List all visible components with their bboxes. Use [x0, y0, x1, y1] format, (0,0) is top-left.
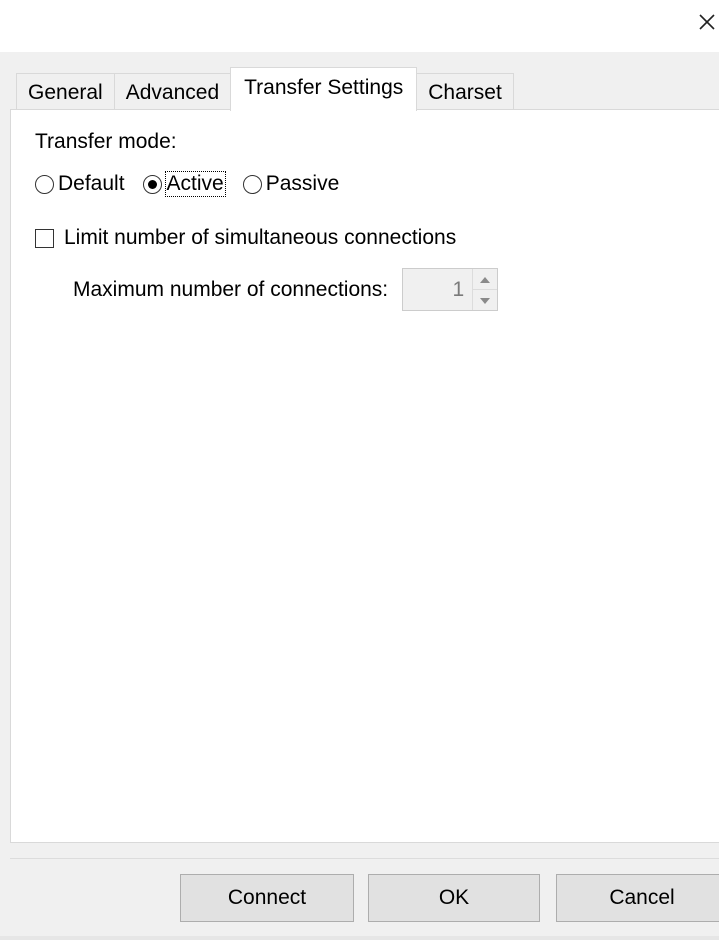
close-button[interactable] [693, 6, 719, 42]
chevron-down-icon [480, 291, 491, 309]
transfer-mode-radio-group: Default Active Passive [35, 171, 357, 197]
dialog-button-row: Connect OK Cancel [0, 874, 719, 922]
radio-passive-circle[interactable] [242, 174, 262, 194]
radio-active-circle[interactable] [142, 174, 162, 194]
max-connections-spinner[interactable]: 1 [402, 268, 499, 311]
radio-selected-dot [147, 179, 157, 189]
spinner-arrows [472, 269, 498, 310]
tab-charset[interactable]: Charset [416, 73, 514, 110]
tab-advanced[interactable]: Advanced [113, 73, 232, 110]
chevron-up-icon [480, 270, 491, 288]
limit-connections-checkbox-row[interactable]: Limit number of simultaneous connections [35, 226, 456, 250]
radio-passive-label: Passive [265, 172, 340, 195]
window-bottom-edge [0, 936, 719, 940]
button-separator [10, 858, 719, 859]
spinner-up-button[interactable] [473, 269, 497, 289]
radio-default-label: Default [58, 172, 125, 195]
tab-transfer-settings[interactable]: Transfer Settings [230, 67, 418, 111]
transfer-mode-label: Transfer mode: [35, 130, 177, 153]
dialog-body: General Advanced Transfer Settings Chars… [0, 52, 719, 940]
radio-passive[interactable]: Passive [242, 172, 340, 196]
tab-strip: General Advanced Transfer Settings Chars… [16, 66, 514, 111]
radio-default-circle[interactable] [35, 174, 54, 194]
radio-default[interactable]: Default [35, 172, 125, 196]
radio-active-label: Active [164, 171, 226, 197]
site-manager-dialog: General Advanced Transfer Settings Chars… [0, 0, 719, 940]
cancel-button[interactable]: Cancel [556, 874, 719, 922]
limit-connections-checkbox[interactable] [35, 228, 54, 248]
close-icon [697, 12, 717, 37]
spinner-down-button[interactable] [473, 289, 498, 310]
title-bar [0, 0, 719, 52]
radio-active[interactable]: Active [142, 171, 226, 197]
tab-general[interactable]: General [16, 73, 115, 110]
max-connections-label: Maximum number of connections: [73, 277, 389, 301]
ok-button[interactable]: OK [368, 874, 540, 922]
transfer-settings-panel: Transfer mode: Default Active Passive Li… [10, 109, 719, 843]
max-connections-row: Maximum number of connections: 1 [73, 268, 499, 311]
limit-connections-label: Limit number of simultaneous connections [64, 226, 457, 249]
max-connections-value[interactable]: 1 [403, 269, 472, 310]
connect-button[interactable]: Connect [180, 874, 354, 922]
